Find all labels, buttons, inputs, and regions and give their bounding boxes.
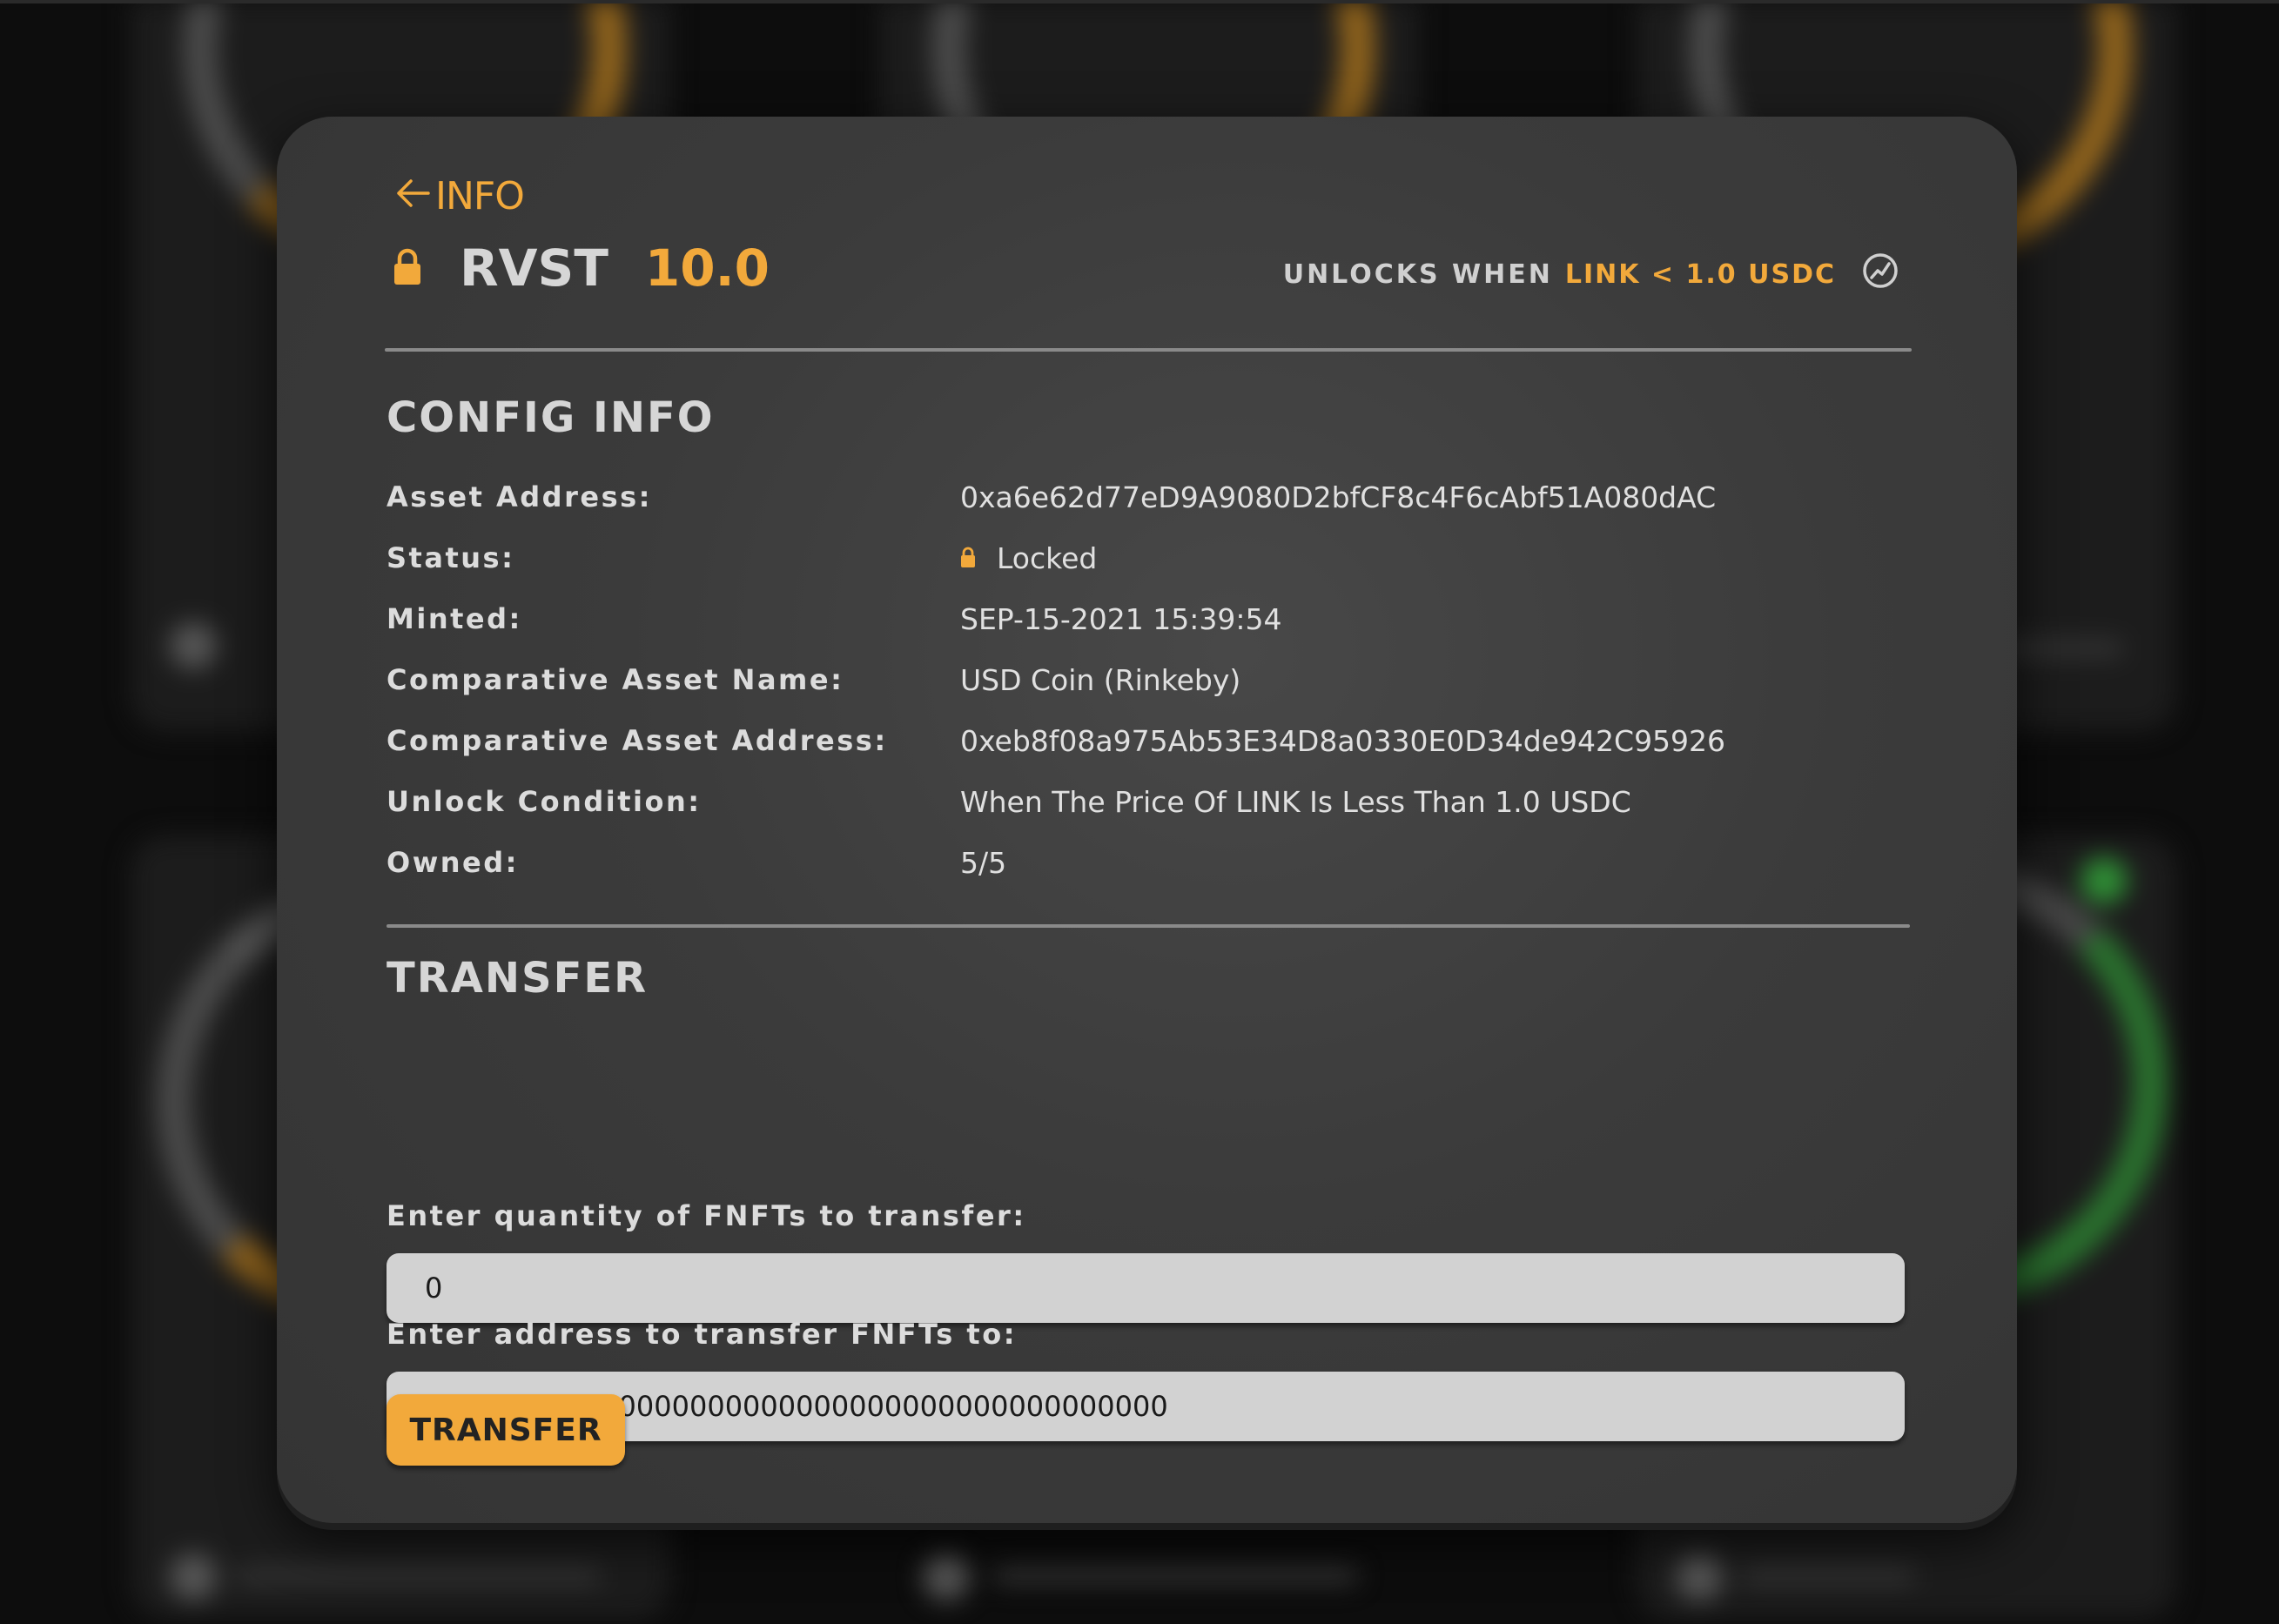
info-label: Comparative Asset Name: xyxy=(387,663,844,696)
quantity-field-label: Enter quantity of FNFTs to transfer: xyxy=(387,1199,1026,1232)
info-value-status: Locked xyxy=(960,541,1097,575)
info-value: USD Coin (Rinkeby) xyxy=(960,662,1241,697)
info-label: Owned: xyxy=(387,846,519,879)
fnft-info-modal: INFO RVST 10.0 UNLOCKS WHEN LINK < 1.0 U… xyxy=(277,117,2017,1523)
section-divider xyxy=(387,924,1910,928)
info-value: 0xeb8f08a975Ab53E34D8a0330E0D34de942C959… xyxy=(960,723,1726,758)
info-label: Status: xyxy=(387,541,515,574)
token-symbol: RVST xyxy=(460,238,608,298)
info-row-status: Status: Locked xyxy=(387,527,1866,588)
info-label: Asset Address: xyxy=(387,480,652,513)
info-row-comparative-asset-address: Comparative Asset Address: 0xeb8f08a975A… xyxy=(387,710,1866,771)
info-row-asset-address: Asset Address: 0xa6e62d77eD9A9080D2bfCF8… xyxy=(387,466,1866,527)
unlock-label: UNLOCKS WHEN xyxy=(1282,258,1553,290)
lock-icon xyxy=(393,247,421,289)
address-field-label: Enter address to transfer FNFTs to: xyxy=(387,1318,1017,1351)
chart-circle-icon[interactable] xyxy=(1862,252,1899,296)
arrow-left-icon xyxy=(393,174,435,218)
info-label: Minted: xyxy=(387,602,522,635)
back-link-label: INFO xyxy=(435,174,525,218)
transfer-title: TRANSFER xyxy=(387,954,649,1003)
info-label: Comparative Asset Address: xyxy=(387,724,888,757)
info-value: SEP-15-2021 15:39:54 xyxy=(960,601,1282,636)
header-divider xyxy=(385,348,1912,352)
quantity-input[interactable] xyxy=(387,1253,1905,1323)
config-info-table: Asset Address: 0xa6e62d77eD9A9080D2bfCF8… xyxy=(387,466,1866,893)
token-title-row: RVST 10.0 xyxy=(393,238,770,298)
info-value: 0xa6e62d77eD9A9080D2bfCF8c4F6cAbf51A080d… xyxy=(960,480,1717,514)
back-to-info-link[interactable]: INFO xyxy=(393,174,525,218)
status-text: Locked xyxy=(997,540,1098,575)
unlock-condition-summary: UNLOCKS WHEN LINK < 1.0 USDC xyxy=(1283,252,1899,296)
info-row-unlock-condition: Unlock Condition: When The Price Of LINK… xyxy=(387,771,1866,832)
lock-icon xyxy=(960,541,976,575)
info-row-owned: Owned: 5/5 xyxy=(387,832,1866,893)
config-info-title: CONFIG INFO xyxy=(387,393,715,442)
token-amount: 10.0 xyxy=(644,238,770,298)
top-edge-line xyxy=(0,0,2279,3)
info-row-minted: Minted: SEP-15-2021 15:39:54 xyxy=(387,588,1866,649)
info-value: 5/5 xyxy=(960,845,1007,880)
transfer-button[interactable]: TRANSFER xyxy=(387,1394,625,1466)
info-value: When The Price Of LINK Is Less Than 1.0 … xyxy=(960,784,1631,819)
info-row-comparative-asset-name: Comparative Asset Name: USD Coin (Rinkeb… xyxy=(387,649,1866,710)
info-label: Unlock Condition: xyxy=(387,785,702,818)
unlock-condition-text: LINK < 1.0 USDC xyxy=(1564,258,1836,290)
